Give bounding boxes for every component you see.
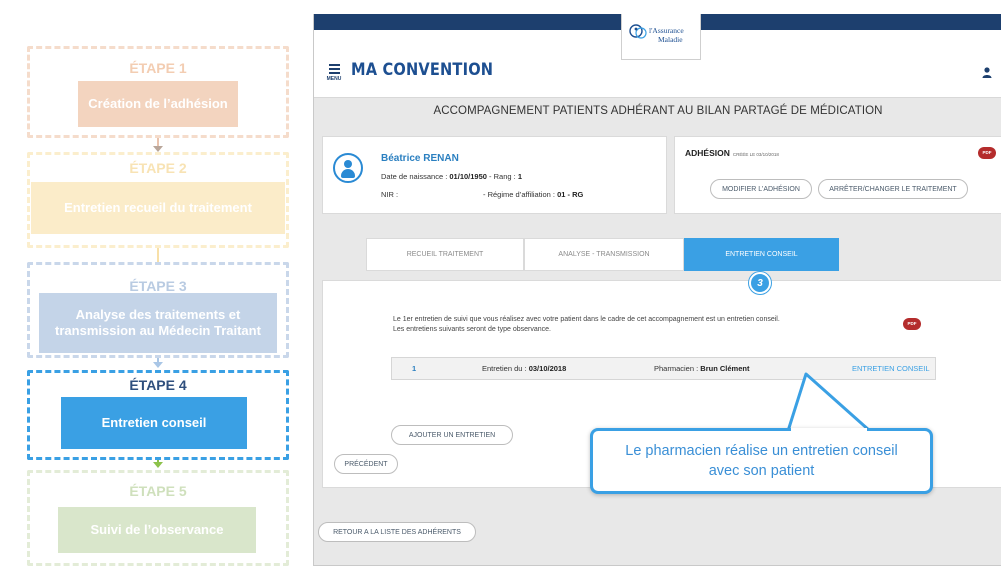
- step-2-box: Entretien recueil du traitement: [31, 182, 285, 234]
- arrow-4-5-icon: [153, 462, 163, 468]
- session-type-link[interactable]: ENTRETIEN CONSEIL: [852, 364, 930, 373]
- nir-label: NIR :: [381, 190, 399, 199]
- dob-label: Date de naissance :: [381, 172, 448, 181]
- step-4-title: ÉTAPE 4: [129, 377, 187, 393]
- patient-nir-line: NIR :: [381, 190, 398, 199]
- add-session-button[interactable]: AJOUTER UN ENTRETIEN: [391, 425, 513, 445]
- menu-icon-bar: [328, 72, 340, 74]
- session-date-value: 03/10/2018: [528, 364, 567, 373]
- rang-value: 1: [517, 172, 522, 181]
- menu-label: MENU: [326, 76, 342, 82]
- session-number: 1: [412, 364, 417, 373]
- menu-icon-bar: [328, 68, 340, 70]
- step-1: ÉTAPE 1 Création de l’adhésion: [27, 46, 289, 138]
- step-2-title: ÉTAPE 2: [129, 160, 187, 176]
- patient-name: Béatrice RENAN: [381, 153, 459, 164]
- tab-analyse-transmission[interactable]: ANALYSE - TRANSMISSION: [524, 238, 684, 271]
- session-row[interactable]: 1 Entretien du : 03/10/2018 Pharmacien :…: [391, 357, 936, 380]
- adhesion-title-text: ADHÉSION: [685, 148, 730, 158]
- info-line-1: Le 1er entretien de suivi que vous réali…: [393, 316, 780, 323]
- previous-button[interactable]: PRÉCÉDENT: [334, 454, 398, 474]
- info-line-2: Les entretiens suivants seront de type o…: [393, 326, 551, 333]
- pharmacist-label: Pharmacien :: [654, 364, 699, 373]
- slide: ÉTAPE 1 Création de l’adhésion ÉTAPE 2 E…: [0, 0, 1001, 569]
- step-1-box: Création de l’adhésion: [78, 81, 238, 127]
- modify-adhesion-button[interactable]: MODIFIER L’ADHÉSION: [710, 179, 812, 199]
- step-3: ÉTAPE 3 Analyse des traitements et trans…: [27, 262, 289, 358]
- step-4-box: Entretien conseil: [61, 397, 247, 449]
- session-date: Entretien du : 03/10/2018: [482, 364, 566, 373]
- pharmacist-value: Brun Clément: [700, 364, 750, 373]
- step-4: ÉTAPE 4 Entretien conseil: [27, 370, 289, 460]
- menu-button[interactable]: MENU: [324, 64, 344, 82]
- tab-entretien-conseil[interactable]: ENTRETIEN CONSEIL: [684, 238, 839, 271]
- session-date-label: Entretien du :: [482, 364, 527, 373]
- dob-value: 01/10/1950: [449, 172, 487, 181]
- callout-box: Le pharmacien réalise un entretien conse…: [590, 428, 933, 494]
- logo-line1: l'Assurance: [649, 26, 684, 35]
- patient-card: Béatrice RENAN Date de naissance : 01/10…: [322, 136, 667, 214]
- step-2: ÉTAPE 2 Entretien recueil du traitement: [27, 152, 289, 248]
- assurance-maladie-logo: l'Assurance Maladie: [621, 14, 701, 60]
- callout-pointer-mask: [791, 428, 867, 432]
- rang-label: - Rang :: [489, 172, 516, 181]
- step-3-title: ÉTAPE 3: [129, 278, 187, 294]
- session-pharmacist: Pharmacien : Brun Clément: [654, 364, 749, 373]
- regime-value: 01 - RG: [557, 190, 584, 199]
- adhesion-pdf-icon[interactable]: PDF: [978, 147, 996, 159]
- user-icon[interactable]: [982, 67, 992, 81]
- step-badge: 3: [749, 272, 771, 294]
- connector-1-2: [157, 138, 159, 146]
- stop-change-treatment-button[interactable]: ARRÊTER/CHANGER LE TRAITEMENT: [818, 179, 968, 199]
- adhesion-created: CRÉÉE LE 03/10/2018: [732, 152, 779, 157]
- app-title: MA CONVENTION: [351, 60, 494, 80]
- avatar-body: [341, 169, 355, 178]
- assurance-maladie-logo-icon: [629, 24, 647, 39]
- patient-dob-line: Date de naissance : 01/10/1950 - Rang : …: [381, 172, 522, 181]
- avatar-head: [344, 160, 352, 168]
- adhesion-card: ADHÉSION CRÉÉE LE 03/10/2018 PDF MODIFIER…: [674, 136, 1001, 214]
- tab-recueil-traitement[interactable]: RECUEIL TRAITEMENT: [366, 238, 524, 271]
- step-3-box: Analyse des traitements et transmission …: [39, 293, 277, 353]
- connector-2-3: [157, 248, 159, 262]
- regime-label: - Régime d’affiliation :: [483, 190, 555, 199]
- patient-avatar: [333, 153, 363, 183]
- adhesion-title: ADHÉSION CRÉÉE LE 03/10/2018: [685, 148, 779, 158]
- content-pdf-icon[interactable]: PDF: [903, 318, 921, 330]
- menu-icon: [328, 64, 340, 66]
- page-heading: ACCOMPAGNEMENT PATIENTS ADHÉRANT AU BILA…: [433, 105, 883, 117]
- step-5-box: Suivi de l’observance: [58, 507, 256, 553]
- back-to-list-button[interactable]: RETOUR A LA LISTE DES ADHÉRENTS: [318, 522, 476, 542]
- arrow-3-4-icon: [153, 362, 163, 368]
- step-5: ÉTAPE 5 Suivi de l’observance: [27, 470, 289, 566]
- logo-line2: Maladie: [658, 35, 683, 44]
- step-1-title: ÉTAPE 1: [129, 60, 187, 76]
- step-5-title: ÉTAPE 5: [129, 483, 187, 499]
- patient-regime-line: - Régime d’affiliation : 01 - RG: [483, 190, 583, 199]
